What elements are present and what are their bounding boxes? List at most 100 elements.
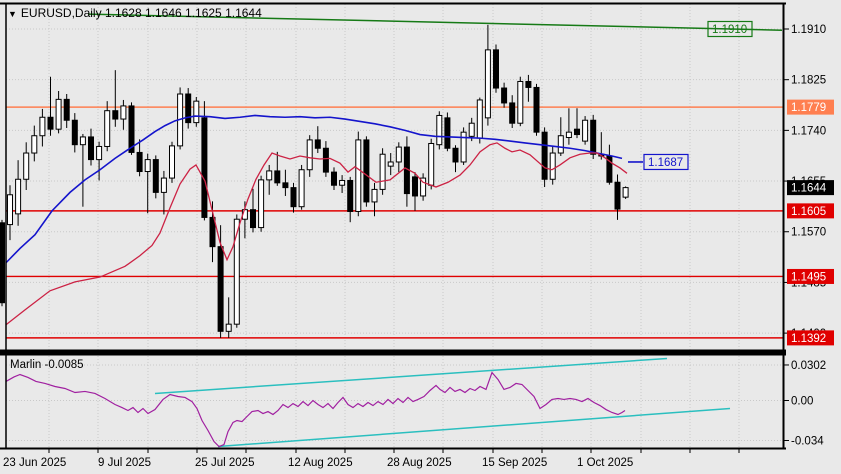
- candle-bullish: [468, 122, 475, 137]
- candle-bullish: [622, 187, 629, 198]
- marlin-line: [5, 371, 626, 448]
- price-badge-label: 1.1779: [791, 102, 826, 114]
- candle-bullish: [31, 135, 38, 154]
- candle-bearish: [363, 139, 370, 203]
- date-label: 1 Oct 2025: [577, 457, 633, 469]
- candle-bullish: [160, 177, 167, 193]
- marlin-indicator[interactable]: [5, 357, 731, 448]
- candle-bullish: [428, 142, 435, 186]
- candle-bullish: [298, 169, 305, 208]
- candle-bullish: [193, 100, 200, 124]
- candle-bullish: [582, 119, 589, 142]
- candle-bullish: [79, 136, 86, 146]
- green-level-label: 1.1910: [712, 24, 747, 36]
- candle-bullish: [169, 145, 175, 179]
- candle-bullish: [306, 139, 313, 171]
- price-badge-label: 1.1605: [791, 206, 826, 218]
- candles: [0, 24, 629, 338]
- candle-bullish: [104, 110, 111, 147]
- candle-bearish: [444, 117, 451, 149]
- horizontal-level-lines[interactable]: [6, 106, 783, 339]
- indicator-label: Marlin -0.0085: [10, 359, 84, 371]
- price-tick-label: 1.1570: [791, 227, 826, 239]
- date-label: 9 Jul 2025: [98, 457, 151, 469]
- date-label: 15 Sep 2025: [482, 457, 547, 469]
- candle-bullish: [517, 80, 524, 124]
- price-badge-label: 1.1392: [791, 333, 826, 345]
- candle-bullish: [339, 179, 346, 186]
- candle-bearish: [347, 179, 354, 212]
- candle-bullish: [96, 145, 103, 161]
- candle-bearish: [533, 86, 540, 133]
- indicator-tick-label: 0.00: [791, 396, 813, 408]
- blue-ma-label: 1.1687: [648, 157, 683, 169]
- chart-dropdown-icon[interactable]: ▼: [8, 9, 17, 19]
- blue-ma-line[interactable]: [5, 114, 623, 264]
- candle-bearish: [274, 170, 281, 184]
- date-label: 28 Aug 2025: [387, 457, 452, 469]
- candle-bearish: [217, 246, 224, 332]
- candle-bearish: [47, 116, 54, 130]
- price-badge-label: 1.1495: [791, 271, 826, 283]
- candle-bearish: [412, 176, 418, 197]
- candle-bullish: [565, 131, 572, 139]
- candle-bullish: [23, 152, 30, 180]
- candle-bullish: [144, 159, 151, 173]
- chart-title-bar: ▼ EURUSD,Daily 1.1628 1.1646 1.1625 1.164…: [8, 6, 262, 20]
- candle-bullish: [476, 99, 483, 139]
- candle-bullish: [379, 153, 386, 190]
- date-label: 12 Aug 2025: [288, 457, 353, 469]
- ohlc-summary: 1.1628 1.1646 1.1625 1.1644: [104, 6, 262, 20]
- candle-bullish: [266, 170, 273, 181]
- cyan-channel-upper[interactable]: [154, 357, 668, 395]
- candle-bearish: [452, 147, 459, 163]
- chart-canvas[interactable]: 1.1910 1.19101.18251.17401.16551.15701.1…: [0, 0, 841, 474]
- indicator-tick-label: 0.0302: [791, 360, 826, 372]
- pane-separator[interactable]: [0, 349, 786, 356]
- indicator-tick-label: -0.034: [791, 436, 824, 448]
- candle-bullish: [39, 116, 46, 137]
- candle-bullish: [395, 146, 402, 163]
- candle-bullish: [120, 105, 127, 120]
- candle-bullish: [436, 114, 443, 146]
- candle-bearish: [201, 117, 208, 218]
- candle-bearish: [88, 136, 94, 161]
- candle-bearish: [331, 171, 337, 186]
- time-axis[interactable]: 23 Jun 2025 9 Jul 2025 25 Jul 2025 12 Aug 2…: [3, 449, 740, 469]
- candle-bearish: [614, 181, 621, 210]
- date-label: 23 Jun 2025: [3, 457, 66, 469]
- candle-bearish: [63, 98, 70, 121]
- candle-bullish: [225, 323, 232, 332]
- candle-bearish: [136, 151, 143, 173]
- candle-bullish: [549, 152, 556, 180]
- candle-bullish: [371, 188, 378, 203]
- candle-bullish: [15, 178, 22, 215]
- chart-window: ▼ EURUSD,Daily 1.1628 1.1646 1.1625 1.164…: [0, 0, 841, 474]
- candle-bullish: [258, 179, 265, 229]
- candle-bearish: [112, 110, 119, 120]
- candle-bullish: [484, 49, 491, 119]
- candle-bearish: [590, 119, 597, 155]
- price-badge-label: 1.1644: [791, 183, 827, 195]
- candle-bearish: [322, 147, 329, 173]
- price-axis[interactable]: 1.19101.18251.17401.16551.15701.14851.14…: [784, 24, 834, 448]
- candle-bearish: [541, 131, 548, 180]
- candle-bearish: [314, 139, 321, 149]
- candle-bullish: [55, 98, 62, 130]
- candle-bearish: [574, 128, 580, 136]
- price-tick-label: 1.1825: [791, 75, 826, 87]
- candle-bearish: [525, 80, 532, 88]
- candle-bullish: [557, 135, 564, 154]
- candle-bearish: [501, 87, 508, 104]
- candle-bearish: [509, 102, 516, 124]
- candle-bearish: [0, 222, 5, 304]
- candle-bullish: [355, 139, 362, 212]
- candle-bullish: [387, 161, 394, 167]
- pane-borders: [0, 2, 786, 450]
- candle-bearish: [282, 182, 289, 189]
- symbol-period-label: EURUSD,Daily: [20, 6, 102, 20]
- candle-bearish: [152, 159, 159, 193]
- candle-bearish: [250, 209, 256, 229]
- candle-bearish: [493, 49, 499, 89]
- candle-bearish: [71, 119, 78, 146]
